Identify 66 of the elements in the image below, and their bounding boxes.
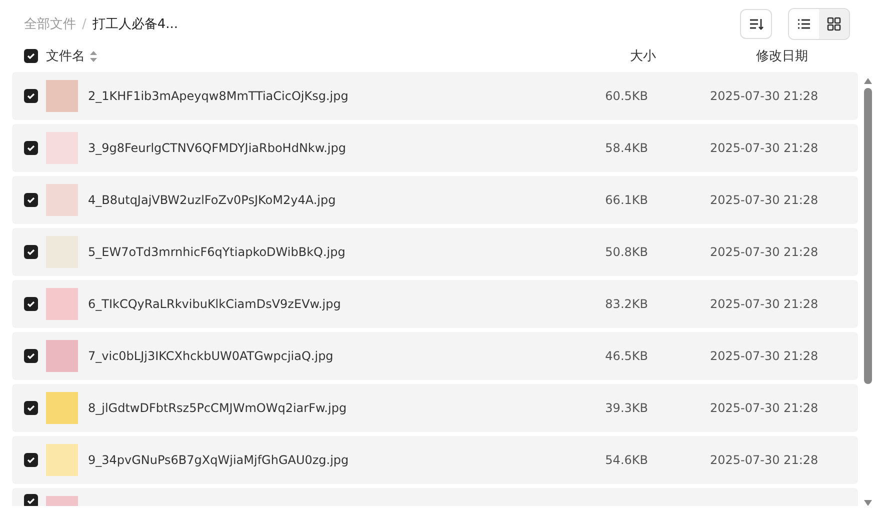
checkmark-icon [26,403,36,413]
modified-date: 2025-07-30 21:28 [710,453,818,467]
row-checkbox[interactable] [24,401,38,415]
scroll-up-icon[interactable] [864,78,872,84]
file-size: 66.1KB [604,193,648,207]
row-checkbox[interactable] [24,89,38,103]
file-size: 50.8KB [604,245,648,259]
file-name[interactable]: 2_1KHF1ib3mApeyqw8MmTTiaCicOjKsg.jpg [88,89,538,103]
breadcrumb-item: 打工人必备4... [92,16,178,33]
checkmark-icon [26,195,36,205]
file-row[interactable]: 3_9g8FeurlgCTNV6QFMDYJiaRboHdNkw.jpg 58.4KB 2025-07-30 21:28 [12,124,858,172]
file-size: 39.3KB [604,401,648,415]
row-checkbox[interactable] [24,193,38,207]
sort-icon [748,16,764,32]
scrollbar-thumb[interactable] [864,88,872,384]
file-row[interactable]: 7_vic0bLJj3IKCXhckbUW0ATGwpcjiaQ.jpg 46.5KB 2025-07-30 21:28 [12,332,858,380]
file-row[interactable]: 4_B8utqJajVBW2uzlFoZv0PsJKoM2y4A.jpg 66.1KB 2025-07-30 21:28 [12,176,858,224]
checkmark-icon [26,91,36,101]
row-checkbox[interactable] [24,494,38,506]
file-row[interactable]: 5_EW7oTd3mrnhicF6qYtiapkoDWibBkQ.jpg 50.8KB 2025-07-30 21:28 [12,228,858,276]
file-name[interactable]: 6_TIkCQyRaLRkvibuKlkCiamDsV9zEVw.jpg [88,297,538,311]
file-size: 58.4KB [604,141,648,155]
file-row[interactable]: 9_34pvGNuPs6B7gXqWjiaMjfGhGAU0zg.jpg 54.6KB 2025-07-30 21:28 [12,436,858,484]
file-name[interactable]: 3_9g8FeurlgCTNV6QFMDYJiaRboHdNkw.jpg [88,141,538,155]
sort-toggle-icon[interactable] [90,50,97,62]
file-row[interactable]: 2_1KHF1ib3mApeyqw8MmTTiaCicOjKsg.jpg 60.5KB 2025-07-30 21:28 [12,72,858,120]
checkmark-icon [26,299,36,309]
modified-date: 2025-07-30 21:28 [710,141,818,155]
file-row[interactable]: 8_jlGdtwDFbtRsz5PcCMJWmOWq2iarFw.jpg 39.3KB 2025-07-30 21:28 [12,384,858,432]
grid-view-button[interactable] [819,9,849,39]
column-header[interactable]: 文件名 [46,47,85,65]
row-checkbox[interactable] [24,297,38,311]
file-name[interactable]: 8_jlGdtwDFbtRsz5PcCMJWmOWq2iarFw.jpg [88,401,538,415]
file-size: 54.6KB [604,453,648,467]
checkmark-icon [26,351,36,361]
file-size: 60.5KB [604,89,648,103]
file-name[interactable]: 5_EW7oTd3mrnhicF6qYtiapkoDWibBkQ.jpg [88,245,538,259]
modified-date: 2025-07-30 21:28 [710,401,818,415]
checkmark-icon [26,455,36,465]
grid-icon [827,17,841,31]
file-name[interactable]: 7_vic0bLJj3IKCXhckbUW0ATGwpcjiaQ.jpg [88,349,538,363]
breadcrumb-separator: / [82,16,86,32]
row-checkbox[interactable] [24,349,38,363]
modified-date: 2025-07-30 21:28 [710,89,818,103]
select-all-checkbox[interactable] [24,49,38,63]
modified-date: 2025-07-30 21:28 [710,245,818,259]
row-checkbox[interactable] [24,453,38,467]
row-checkbox[interactable] [24,141,38,155]
sort-button[interactable] [740,9,772,39]
list-icon [797,17,811,31]
file-size: 83.2KB [604,297,648,311]
modified-date: 2025-07-30 21:28 [710,193,818,207]
modified-date: 2025-07-30 21:28 [710,349,818,363]
checkmark-icon [26,496,36,506]
file-size: 46.5KB [604,349,648,363]
column-header: 大小 [630,48,657,65]
checkmark-icon [26,51,36,61]
checkmark-icon [26,247,36,257]
checkmark-icon [26,143,36,153]
scroll-down-icon[interactable] [864,500,872,506]
file-row[interactable]: 6_TIkCQyRaLRkvibuKlkCiamDsV9zEVw.jpg 83.2KB 2025-07-30 21:28 [12,280,858,328]
row-checkbox[interactable] [24,245,38,259]
file-name[interactable]: 4_B8utqJajVBW2uzlFoZv0PsJKoM2y4A.jpg [88,193,538,207]
column-header: 修改日期 [756,48,808,65]
modified-date: 2025-07-30 21:28 [710,297,818,311]
file-name[interactable]: 9_34pvGNuPs6B7gXqWjiaMjfGhGAU0zg.jpg [88,453,538,467]
